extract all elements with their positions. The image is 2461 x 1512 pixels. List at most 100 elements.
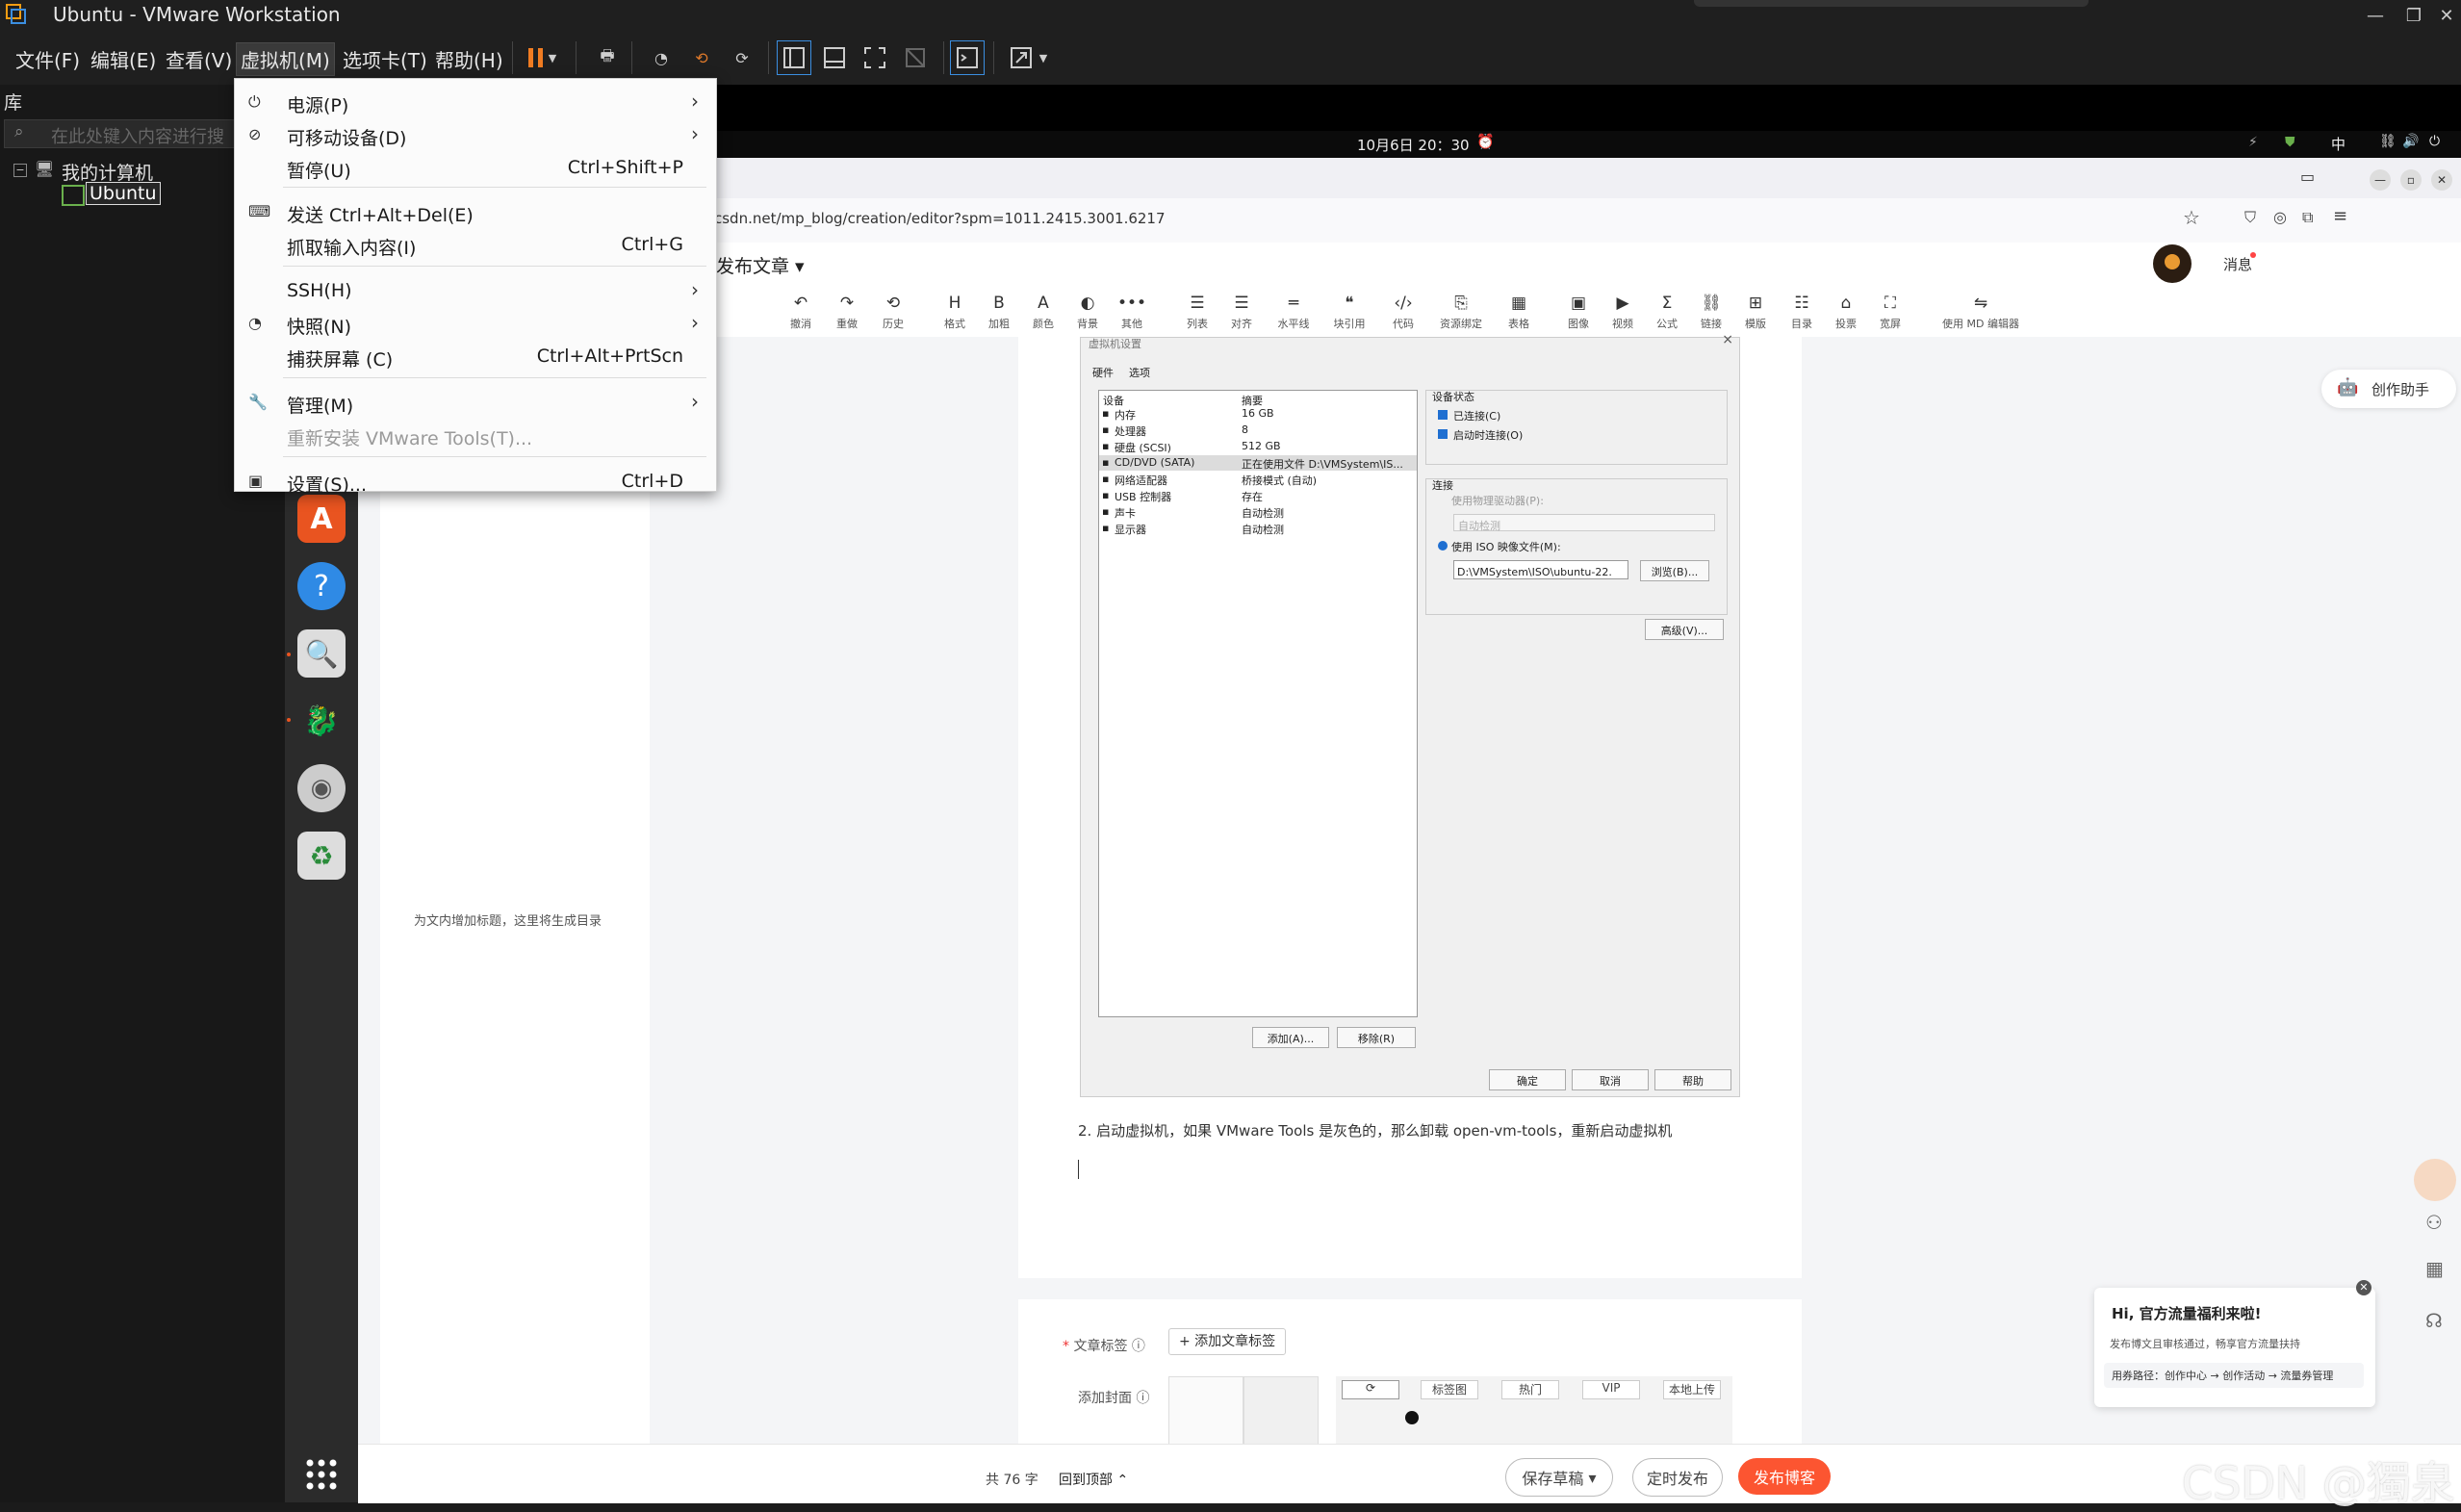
stretch-view-icon[interactable] bbox=[1005, 41, 1038, 74]
toolbar-vote-button[interactable]: ⌂ 投票 bbox=[1825, 291, 1867, 331]
kali-dragon-icon[interactable]: 🐉 bbox=[297, 697, 346, 745]
cover-thumb[interactable] bbox=[1243, 1376, 1319, 1446]
bookmark-star-icon[interactable]: ☆ bbox=[2183, 206, 2200, 229]
toolbar-md-editor-button[interactable]: ⇋ 使用 MD 编辑器 bbox=[1933, 291, 2029, 331]
vm-menu-item[interactable]: 抓取输入内容(I) Ctrl+G bbox=[235, 229, 716, 262]
toolbar-bold-button[interactable]: B 加粗 bbox=[978, 291, 1020, 331]
menu-file[interactable]: 文件(F) bbox=[12, 43, 84, 75]
toolbar-undo-button[interactable]: ↶ 撤消 bbox=[780, 291, 822, 331]
article-paragraph[interactable]: 2. 启动虚拟机，如果 VMware Tools 是灰色的，那么卸载 open-… bbox=[1078, 1120, 1672, 1140]
cover-tab-tags[interactable]: 标签图 bbox=[1421, 1380, 1478, 1399]
toolbar-background-button[interactable]: ◐ 背景 bbox=[1066, 291, 1109, 331]
feedback-icon[interactable]: ⚇ bbox=[2425, 1211, 2443, 1234]
vm-menu-item[interactable]: ▣ 设置(S)... Ctrl+D bbox=[235, 466, 716, 499]
power-icon[interactable]: ⏻ bbox=[2429, 134, 2440, 149]
window-minimize-button[interactable]: — bbox=[2370, 169, 2391, 191]
cover-tab-vip[interactable]: VIP bbox=[1582, 1380, 1640, 1399]
snapshot-manager-icon[interactable]: ⟳ bbox=[726, 41, 758, 74]
toolbar-code-button[interactable]: ‹/› 代码 bbox=[1382, 291, 1424, 331]
menu-view[interactable]: 查看(V) bbox=[162, 43, 236, 75]
toolbar-list-button[interactable]: ☰ 列表 bbox=[1176, 291, 1218, 331]
toolbar-template-button[interactable]: ⊞ 模版 bbox=[1734, 291, 1777, 331]
network-icon[interactable]: ⛓ bbox=[2379, 134, 2397, 149]
assistant-button[interactable]: 🤖 创作助手 bbox=[2321, 370, 2456, 408]
toolbar-link-button[interactable]: ⛓ 链接 bbox=[1690, 291, 1732, 331]
toolbar-quote-button[interactable]: ❝ 块引用 bbox=[1328, 291, 1371, 331]
vm-menu-item[interactable]: ⏻ 电源(P) › bbox=[235, 87, 716, 119]
toolbar-table-button[interactable]: ▦ 表格 bbox=[1498, 291, 1540, 331]
screenshot-icon[interactable]: 🔍 bbox=[297, 629, 346, 678]
send-ctrl-alt-del-icon[interactable]: 🖶 bbox=[591, 41, 624, 74]
refresh-icon[interactable]: ⟳ bbox=[1342, 1380, 1399, 1399]
toolbar-align-button[interactable]: ☰ 对齐 bbox=[1220, 291, 1263, 331]
vm-menu-item[interactable]: SSH(H) › bbox=[235, 275, 716, 308]
close-button[interactable]: ✕ bbox=[2427, 0, 2461, 32]
toolbar-formula-button[interactable]: Σ 公式 bbox=[1646, 291, 1688, 331]
cover-tab-hot[interactable]: 热门 bbox=[1501, 1380, 1559, 1399]
schedule-button[interactable]: 定时发布 bbox=[1632, 1458, 1723, 1497]
toolbar-redo-button[interactable]: ↷ 重做 bbox=[826, 291, 868, 331]
vm-menu-item[interactable]: ⌨ 发送 Ctrl+Alt+Del(E) bbox=[235, 196, 716, 229]
back-to-top-link[interactable]: 回到顶部 ⌃ bbox=[1059, 1470, 1128, 1489]
toolbar-image-button[interactable]: ▣ 图像 bbox=[1557, 291, 1600, 331]
toolbar-widescreen-button[interactable]: ⛶ 宽屏 bbox=[1869, 291, 1911, 331]
shield-icon[interactable]: ⛊ bbox=[2285, 135, 2295, 150]
vm-menu-item[interactable]: ⊘ 可移动设备(D) › bbox=[235, 119, 716, 152]
gnome-clock[interactable]: 10月6日 20：30 bbox=[1357, 135, 1470, 155]
unity-icon[interactable] bbox=[899, 41, 932, 74]
mascot-avatar[interactable] bbox=[2414, 1159, 2456, 1201]
volume-icon[interactable]: 🔊 bbox=[2402, 134, 2419, 149]
tree-root-my-computer[interactable]: 我的计算机 bbox=[62, 159, 153, 185]
toolbar-hr-button[interactable]: ═ 水平线 bbox=[1272, 291, 1315, 331]
toolbar-video-button[interactable]: ▶ 视频 bbox=[1602, 291, 1644, 331]
vm-menu-item[interactable]: ◔ 快照(N) › bbox=[235, 308, 716, 341]
add-tag-button[interactable]: + 添加文章标签 bbox=[1168, 1328, 1287, 1355]
toolbar-more-button[interactable]: ••• 其他 bbox=[1111, 291, 1153, 331]
menu-vm[interactable]: 虚拟机(M) bbox=[236, 42, 335, 76]
minimize-button[interactable]: — bbox=[2356, 0, 2395, 32]
close-icon[interactable]: ✕ bbox=[2356, 1280, 2371, 1295]
toolbar-heading-button[interactable]: H 格式 bbox=[934, 291, 976, 331]
pocket-icon[interactable]: ⛉ bbox=[2244, 208, 2256, 227]
trash-icon[interactable]: ♻ bbox=[297, 832, 346, 880]
account-icon[interactable]: ◎ bbox=[2273, 208, 2287, 226]
headset-icon[interactable]: ☊ bbox=[2425, 1309, 2443, 1332]
show-apps-icon[interactable] bbox=[304, 1457, 339, 1492]
url-text[interactable]: csdn.net/mp_blog/creation/editor?spm=101… bbox=[714, 210, 1166, 227]
app-store-icon[interactable]: A bbox=[297, 495, 346, 543]
vm-menu-item[interactable]: 捕获屏幕 (C) Ctrl+Alt+PrtScn bbox=[235, 341, 716, 373]
toolbar-resource-button[interactable]: ⎘ 资源绑定 bbox=[1440, 291, 1482, 331]
window-close-button[interactable]: ✕ bbox=[2431, 169, 2452, 191]
menu-help[interactable]: 帮助(H) bbox=[431, 43, 507, 75]
console-view-icon[interactable] bbox=[950, 40, 985, 75]
fullscreen-icon[interactable] bbox=[859, 41, 891, 74]
messages-link[interactable]: 消息 bbox=[2223, 254, 2252, 274]
disc-icon[interactable]: ◉ bbox=[297, 764, 346, 812]
avatar[interactable] bbox=[2153, 244, 2192, 283]
menu-edit[interactable]: 编辑(E) bbox=[87, 43, 160, 75]
collapse-toggle-icon[interactable]: − bbox=[13, 164, 27, 177]
tab-list-icon[interactable]: ▭ bbox=[2300, 167, 2315, 186]
menu-tabs[interactable]: 选项卡(T) bbox=[339, 43, 431, 75]
qrcode-icon[interactable]: ▦ bbox=[2425, 1257, 2444, 1280]
thumbnail-bar-icon[interactable] bbox=[818, 41, 851, 74]
input-method-lang[interactable]: 中 bbox=[2331, 134, 2346, 154]
show-library-icon[interactable] bbox=[777, 40, 811, 75]
cover-tab-upload[interactable]: 本地上传 bbox=[1663, 1380, 1721, 1399]
toolbar-history-button[interactable]: ⟲ 历史 bbox=[872, 291, 914, 331]
tree-item-ubuntu[interactable]: Ubuntu bbox=[86, 182, 161, 205]
revert-snapshot-icon[interactable]: ⟲ bbox=[685, 41, 718, 74]
window-maximize-button[interactable]: ▫ bbox=[2400, 169, 2422, 191]
hamburger-menu-icon[interactable]: ≡ bbox=[2333, 206, 2347, 226]
toolbar-toc-button[interactable]: ☷ 目录 bbox=[1781, 291, 1823, 331]
help-icon[interactable]: ? bbox=[297, 562, 346, 610]
save-draft-button[interactable]: 保存草稿 ▾ bbox=[1505, 1458, 1613, 1497]
publish-button[interactable]: 发布博客 bbox=[1738, 1458, 1831, 1495]
vm-menu-item[interactable]: 🔧 管理(M) › bbox=[235, 387, 716, 420]
tray-indicator-icon[interactable]: ⚡ bbox=[2248, 135, 2258, 150]
snapshot-icon[interactable]: ◔ bbox=[645, 41, 678, 74]
page-title[interactable]: 发布文章 ▾ bbox=[716, 252, 805, 278]
pause-dropdown-icon[interactable]: ▼ bbox=[545, 41, 560, 74]
cover-thumb[interactable] bbox=[1168, 1376, 1243, 1446]
toolbar-color-button[interactable]: A 颜色 bbox=[1022, 291, 1064, 331]
